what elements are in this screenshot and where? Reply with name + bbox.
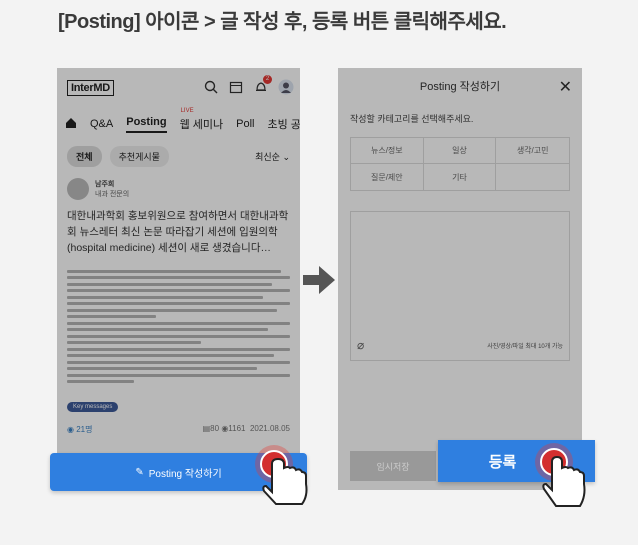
dim-overlay bbox=[338, 68, 582, 490]
posting-write-label: Posting 작성하기 bbox=[148, 468, 222, 480]
headline: [Posting] 아이콘 > 글 작성 후, 등록 버튼 클릭해주세요. bbox=[58, 11, 507, 33]
dim-overlay bbox=[57, 68, 300, 490]
pencil-icon: ✎ bbox=[135, 466, 144, 478]
feed-screen: InterMD 2 Q&A Posting LIVE 웹 세미나 Poll 초빙 … bbox=[57, 68, 300, 490]
temp-save-button[interactable]: 임시저장 bbox=[350, 451, 436, 481]
tap-hand-icon bbox=[255, 445, 308, 505]
arrow-right-icon bbox=[303, 266, 335, 294]
tap-hand-icon bbox=[535, 443, 586, 507]
write-modal: Posting 작성하기 ✕ 작성할 카테고리를 선택해주세요. 뉴스/정보 일… bbox=[338, 68, 582, 490]
